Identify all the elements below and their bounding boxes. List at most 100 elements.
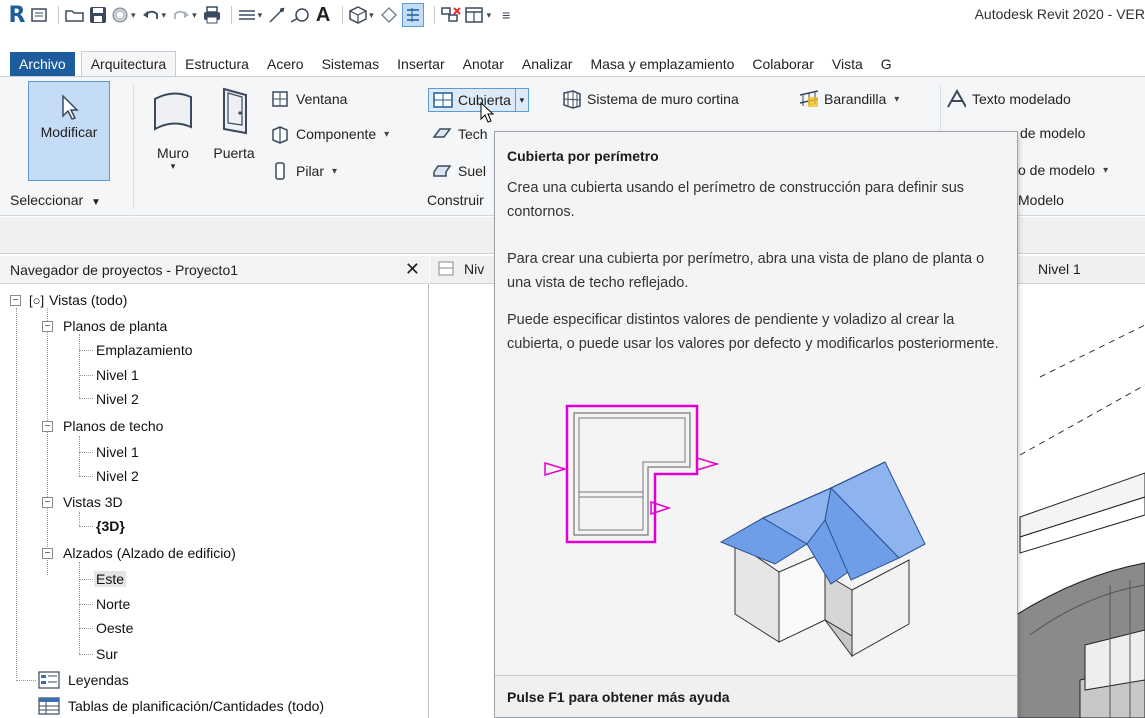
collapse-icon[interactable]: −: [42, 547, 53, 559]
close-icon[interactable]: ✕: [405, 259, 420, 280]
tab-colaborar[interactable]: Colaborar: [743, 52, 822, 76]
redo-icon[interactable]: [172, 3, 190, 27]
print-icon[interactable]: [203, 3, 221, 27]
tab-archivo[interactable]: Archivo: [10, 52, 75, 76]
chevron-down-icon[interactable]: ▾: [369, 10, 374, 21]
tab-anotar[interactable]: Anotar: [454, 52, 513, 76]
wall-button[interactable]: Muro ▾: [148, 85, 198, 172]
tree-item-tablas[interactable]: Tablas de planificación/Cantidades (todo…: [38, 694, 324, 718]
collapse-icon[interactable]: −: [42, 496, 53, 508]
tag-icon[interactable]: [290, 3, 310, 27]
tree-item-alzados[interactable]: − Alzados (Alzado de edificio): [42, 541, 236, 565]
curtain-system-icon: [561, 90, 581, 109]
save-icon[interactable]: [89, 3, 107, 27]
tree-connector: [79, 654, 93, 655]
tree-item-vistas[interactable]: − [○] Vistas (todo): [10, 288, 127, 312]
component-label: Componente: [296, 126, 377, 142]
tree-item-norte[interactable]: Norte: [96, 592, 130, 616]
chevron-down-icon: ▾: [894, 93, 900, 105]
sync-icon[interactable]: [111, 3, 129, 27]
model-line-label: de modelo: [1020, 125, 1086, 141]
tree-connector: [79, 452, 93, 453]
project-browser-title: Navegador de proyectos - Proyecto1: [10, 261, 239, 278]
customize-qat-icon[interactable]: ≡: [497, 3, 515, 27]
tab-acero[interactable]: Acero: [258, 52, 313, 76]
tooltip-title: Cubierta por perímetro: [507, 148, 659, 164]
collapse-icon[interactable]: −: [42, 320, 53, 332]
chevron-down-icon[interactable]: ▾: [162, 10, 167, 21]
tree-item-sur[interactable]: Sur: [96, 642, 118, 666]
tree-connector: [16, 308, 17, 678]
tree-item-techo-nivel-2[interactable]: Nivel 2: [96, 464, 139, 488]
window-button[interactable]: Ventana: [270, 90, 347, 108]
tab-analizar[interactable]: Analizar: [513, 52, 582, 76]
modify-button[interactable]: Modificar: [28, 81, 110, 181]
tab-estructura[interactable]: Estructura: [176, 52, 258, 76]
column-button[interactable]: Pilar ▾: [270, 162, 337, 180]
curtain-system-button[interactable]: Sistema de muro cortina: [561, 90, 739, 109]
door-button[interactable]: Puerta: [208, 85, 260, 161]
revit-logo-icon[interactable]: R: [8, 3, 26, 28]
model-group-button[interactable]: o de modelo ▾: [1018, 162, 1108, 178]
ribbon-tab-bar: Archivo Arquitectura Estructura Acero Si…: [0, 51, 1145, 76]
tree-item-oeste[interactable]: Oeste: [96, 616, 133, 640]
model-line-button[interactable]: de modelo: [1020, 125, 1085, 141]
chevron-down-icon[interactable]: ▾: [258, 10, 263, 21]
tree-item-nivel-1[interactable]: Nivel 1: [96, 363, 139, 387]
tab-arquitectura[interactable]: Arquitectura: [80, 51, 177, 76]
tree-item-3d[interactable]: {3D}: [96, 514, 125, 538]
tooltip-description: Crea una cubierta usando el perímetro de…: [507, 180, 965, 220]
tab-overflow[interactable]: G: [872, 52, 901, 76]
tree-item-nivel-2[interactable]: Nivel 2: [96, 387, 139, 411]
view-tab-first[interactable]: Niv: [438, 261, 484, 277]
chevron-down-icon[interactable]: ▾: [487, 10, 492, 21]
project-browser-header: Navegador de proyectos - Proyecto1: [0, 256, 429, 284]
section-icon[interactable]: [380, 3, 398, 27]
tree-item-planos-planta[interactable]: − Planos de planta: [42, 314, 167, 338]
collapse-icon[interactable]: −: [42, 420, 53, 432]
model-text-button[interactable]: Texto modelado: [946, 89, 1071, 108]
project-browser: Navegador de proyectos - Proyecto1 ✕ − […: [0, 256, 429, 718]
measure-icon[interactable]: [238, 3, 256, 27]
text-icon[interactable]: A: [314, 3, 332, 27]
open-folder-icon[interactable]: [65, 3, 85, 27]
tree-connector: [79, 562, 80, 654]
railing-button[interactable]: Barandilla ▾: [798, 90, 899, 108]
separator: [433, 6, 435, 24]
component-button[interactable]: Componente ▾: [270, 125, 389, 144]
tab-insertar[interactable]: Insertar: [388, 52, 453, 76]
switch-windows-icon[interactable]: [464, 3, 485, 27]
tab-sistemas[interactable]: Sistemas: [313, 52, 389, 76]
tree-item-leyendas[interactable]: Leyendas: [38, 668, 129, 692]
tree-item-vistas-3d[interactable]: − Vistas 3D: [42, 490, 123, 514]
collapse-icon[interactable]: −: [10, 294, 21, 306]
ceiling-button[interactable]: Tech: [432, 125, 488, 143]
chevron-down-icon[interactable]: ▾: [131, 10, 136, 21]
tree-item-label: Vistas 3D: [63, 494, 123, 510]
tree-item-techo-nivel-1[interactable]: Nivel 1: [96, 440, 139, 464]
view-tab-second[interactable]: Nivel 1: [1038, 261, 1081, 277]
roof-dropdown-button[interactable]: ▾: [514, 89, 528, 111]
dimension-icon[interactable]: [268, 3, 286, 27]
tab-vista[interactable]: Vista: [823, 52, 872, 76]
roof-main-button[interactable]: Cubierta: [429, 89, 515, 111]
thin-lines-icon[interactable]: [401, 3, 424, 27]
close-hidden-icon[interactable]: [440, 3, 461, 27]
info-center-icon[interactable]: [30, 3, 48, 27]
tree-item-label: Planos de techo: [63, 418, 164, 434]
tree-item-planos-techo[interactable]: − Planos de techo: [42, 414, 163, 438]
chevron-down-icon: ▾: [170, 161, 176, 171]
chevron-down-icon: ▾: [1103, 164, 1109, 176]
tab-masa-emplazamiento[interactable]: Masa y emplazamiento: [581, 52, 743, 76]
floor-button[interactable]: Suel: [432, 162, 486, 180]
undo-icon[interactable]: [142, 3, 160, 27]
tree-item-este[interactable]: Este: [94, 567, 127, 591]
chevron-down-icon[interactable]: ▾: [192, 10, 197, 21]
select-panel-label[interactable]: Seleccionar ▼: [10, 192, 101, 208]
app-title: Autodesk Revit 2020 - VER: [974, 6, 1145, 22]
tree-item-emplazamiento[interactable]: Emplazamiento: [96, 338, 193, 362]
window-label: Ventana: [296, 91, 348, 107]
tree-connector: [79, 476, 93, 477]
3d-view-icon[interactable]: [349, 3, 367, 27]
tree-connector: [16, 680, 36, 681]
